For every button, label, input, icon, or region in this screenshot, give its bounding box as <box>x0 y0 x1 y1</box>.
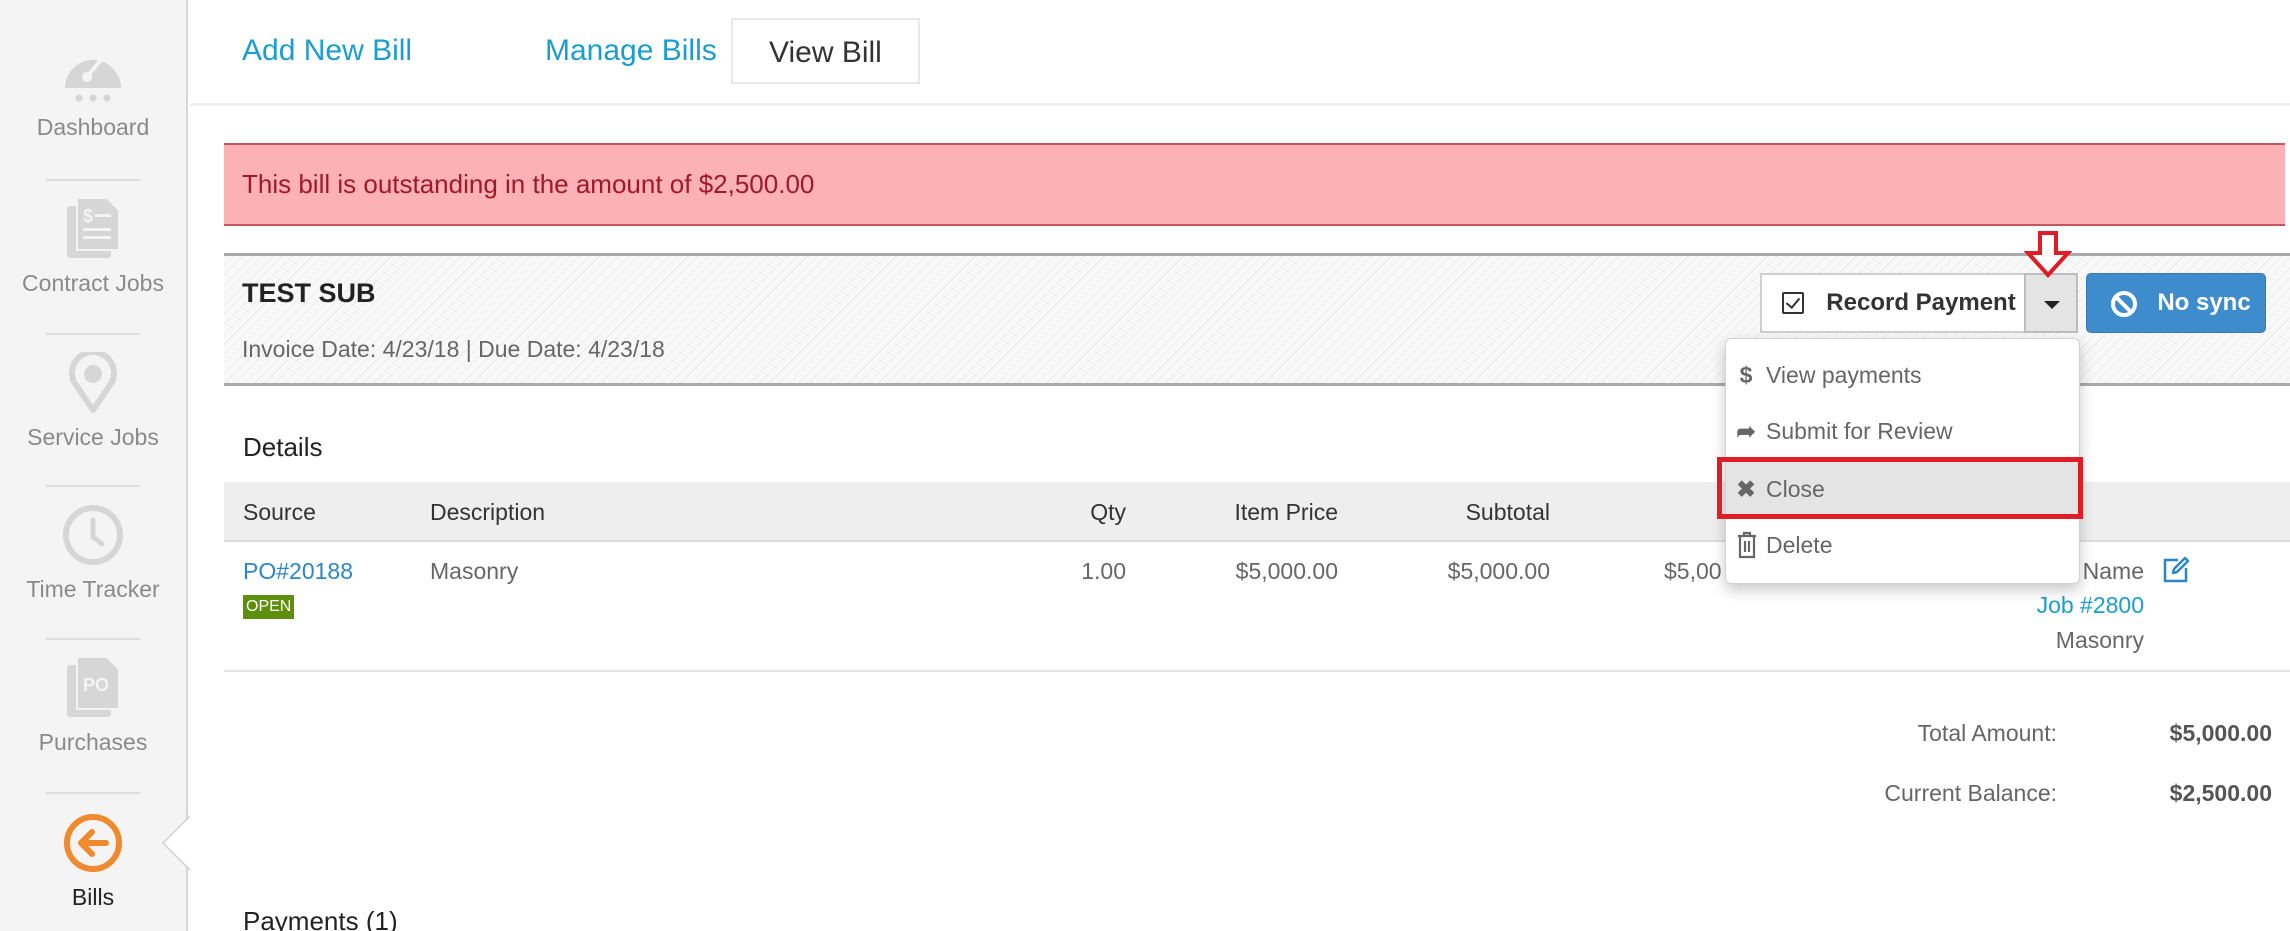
menu-item-delete[interactable]: Delete <box>1726 517 2079 573</box>
status-badge: OPEN <box>243 595 295 619</box>
menu-item-label: Submit for Review <box>1766 418 1953 444</box>
divider <box>46 179 140 181</box>
annotation-arrow-icon <box>2024 231 2072 278</box>
tab-add-new-bill[interactable]: Add New Bill <box>206 18 448 84</box>
edit-icon[interactable] <box>2162 556 2190 584</box>
total-amount-label: Total Amount: <box>1917 720 2057 746</box>
divider <box>46 638 140 640</box>
contract-document-icon: $ <box>67 198 120 258</box>
column-header: Item Price <box>1234 499 1338 525</box>
cost-code-cell: Masonry <box>2055 627 2144 653</box>
record-payment-button[interactable]: Record Payment <box>1760 273 2026 333</box>
column-header: Source <box>243 499 316 525</box>
no-sync-label: No sync <box>2157 289 2251 316</box>
actions-dropdown-toggle[interactable] <box>2024 273 2078 333</box>
checkbox-icon <box>1782 292 1804 314</box>
sidebar-label: Service Jobs <box>27 424 159 450</box>
total-cell: $5,00 <box>1664 558 1722 584</box>
item-price-cell: $5,000.00 <box>1235 558 1338 584</box>
job-link[interactable]: Job #2800 <box>1924 592 2144 619</box>
current-balance-value: $2,500.00 <box>2169 780 2272 806</box>
dashboard-gauge-icon <box>65 58 121 102</box>
divider <box>46 485 140 487</box>
payments-title: Payments (1) <box>243 906 398 931</box>
qty-cell: 1.00 <box>1081 558 1126 584</box>
dollar-icon: $ <box>1739 362 1753 388</box>
bill-dates: Invoice Date: 4/23/18 | Due Date: 4/23/1… <box>242 336 665 362</box>
sidebar-item-service-jobs[interactable]: Service Jobs <box>0 352 186 451</box>
sidebar-label: Dashboard <box>36 114 150 140</box>
column-header: Qty <box>1090 499 1126 525</box>
sidebar-label: Purchases <box>38 729 148 755</box>
divider <box>46 333 140 335</box>
menu-item-submit-for-review[interactable]: ➦ Submit for Review <box>1726 403 2079 459</box>
column-header: Subtotal <box>1465 499 1550 525</box>
annotation-highlight-box <box>1717 457 2083 519</box>
sidebar-label: Time Tracker <box>26 576 160 602</box>
sidebar-label: Contract Jobs <box>22 270 164 296</box>
share-arrow-icon: ➦ <box>1736 418 1756 444</box>
current-balance-label: Current Balance: <box>1884 780 2057 806</box>
top-tabs: Add New Bill Manage Bills View Bill <box>190 0 2290 106</box>
no-sync-button[interactable]: No sync <box>2086 273 2266 333</box>
menu-item-label: View payments <box>1766 362 1922 388</box>
tab-view-bill[interactable]: View Bill <box>731 18 920 84</box>
column-header: Description <box>430 499 546 525</box>
details-title: Details <box>243 432 323 462</box>
sidebar: Dashboard $ Contract Jobs Service Jobs T… <box>0 0 190 931</box>
record-payment-label: Record Payment <box>1826 289 2016 316</box>
caret-down-icon <box>2044 301 2060 309</box>
vendor-name: TEST SUB <box>242 278 376 308</box>
clock-icon <box>63 505 123 565</box>
po-document-icon: PO <box>67 657 120 717</box>
svg-text:$: $ <box>83 206 93 226</box>
trash-icon <box>1738 531 1756 559</box>
arrow-left-circle-icon <box>64 814 122 872</box>
sidebar-item-bills[interactable]: Bills <box>0 812 186 911</box>
outstanding-alert: This bill is outstanding in the amount o… <box>224 143 2285 226</box>
menu-item-view-payments[interactable]: $ View payments <box>1726 347 2079 403</box>
menu-item-label: Delete <box>1766 532 1833 558</box>
ban-icon <box>2111 291 2137 317</box>
sidebar-label: Bills <box>71 884 115 910</box>
sidebar-item-time-tracker[interactable]: Time Tracker <box>0 504 186 603</box>
divider <box>46 792 140 794</box>
subtotal-cell: $5,000.00 <box>1447 558 1550 584</box>
svg-text:PO: PO <box>83 675 109 695</box>
total-amount-value: $5,000.00 <box>2169 720 2272 746</box>
active-indicator <box>162 815 190 871</box>
source-link[interactable]: PO#20188 <box>243 558 353 585</box>
tab-manage-bills[interactable]: Manage Bills <box>509 18 753 84</box>
sidebar-item-contract-jobs[interactable]: $ Contract Jobs <box>0 198 186 297</box>
description-cell: Masonry <box>430 558 519 584</box>
map-pin-icon <box>69 352 117 413</box>
sidebar-item-dashboard[interactable]: Dashboard <box>0 44 186 141</box>
sidebar-item-purchases[interactable]: PO Purchases <box>0 657 186 756</box>
